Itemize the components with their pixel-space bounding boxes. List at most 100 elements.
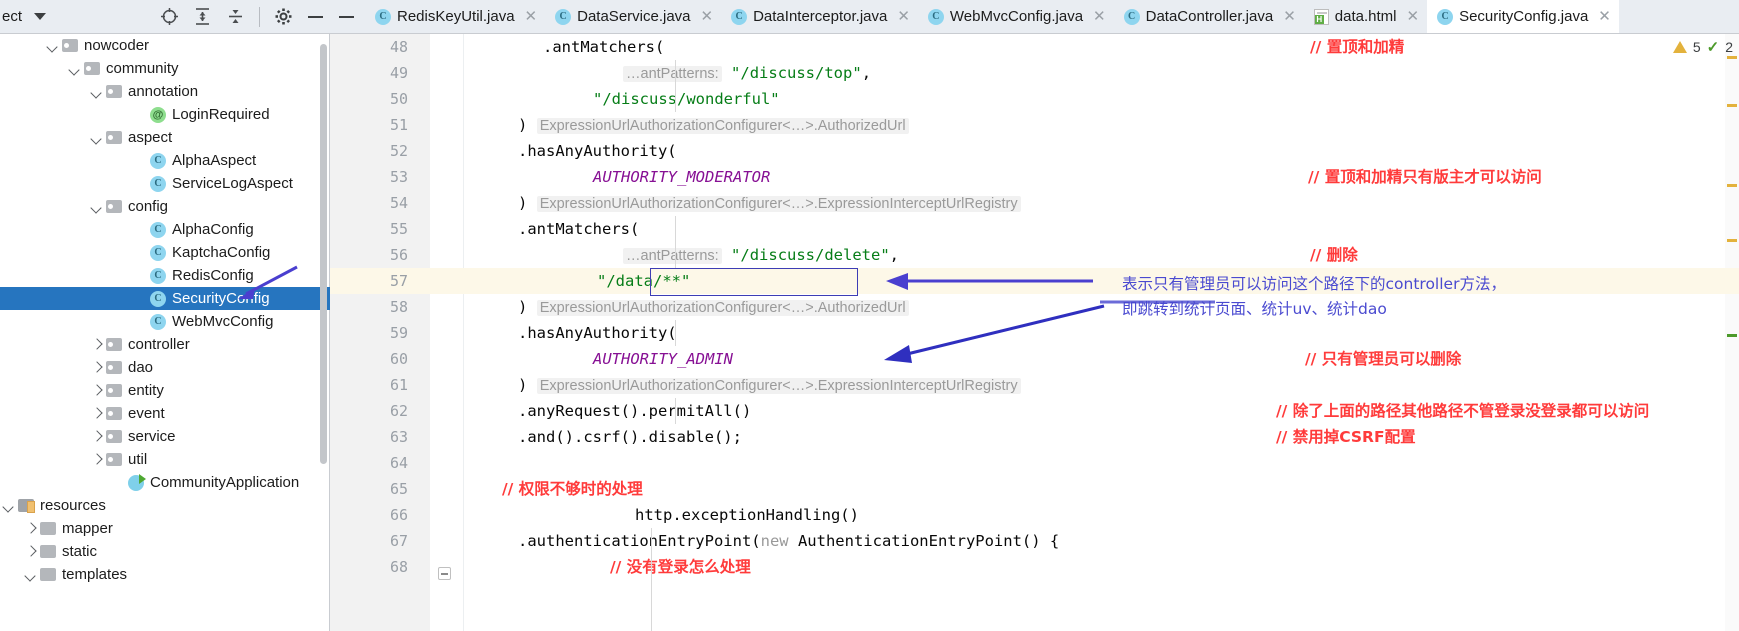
code-fold-strip[interactable] [430, 34, 463, 631]
chevron-down-icon[interactable] [90, 200, 103, 213]
chevron-down-icon[interactable] [90, 131, 103, 144]
collapse-editor-icon[interactable] [330, 0, 365, 33]
tree-item-static[interactable]: static [0, 540, 330, 563]
tree-item-mapper[interactable]: mapper [0, 517, 330, 540]
chevron-down-icon[interactable] [34, 13, 47, 20]
tree-item-resources[interactable]: resources [0, 494, 330, 517]
tree-item-redisconfig[interactable]: C RedisConfig [0, 264, 330, 287]
chevron-right-icon[interactable] [90, 338, 103, 351]
chevron-right-icon[interactable] [90, 430, 103, 443]
chevron-right-icon[interactable] [24, 522, 37, 535]
folder-icon [106, 407, 122, 420]
code-line[interactable]: ) ExpressionUrlAuthorizationConfigurer<…… [518, 112, 909, 138]
chevron-down-icon[interactable] [90, 85, 103, 98]
tree-item-event[interactable]: event [0, 402, 330, 425]
tree-item-alphaaspect[interactable]: C AlphaAspect [0, 149, 330, 172]
editor-tab-data-html[interactable]: data.html ✕ [1304, 0, 1427, 33]
annotation-icon: @ [150, 106, 166, 123]
inspection-status[interactable]: 5 ✓ 2 [1672, 38, 1733, 56]
code-comment: // 没有登录怎么处理 [610, 558, 751, 576]
tree-item-util[interactable]: util [0, 448, 330, 471]
fold-marker-icon[interactable] [438, 567, 451, 580]
code-line[interactable]: http.exceptionHandling() [635, 502, 859, 528]
code-line[interactable]: .anyRequest().permitAll() [518, 398, 751, 424]
tree-item-aspect[interactable]: aspect [0, 126, 330, 149]
editor-marker[interactable] [1727, 184, 1737, 187]
code-line[interactable]: .hasAnyAuthority( [518, 138, 677, 164]
close-icon[interactable]: ✕ [701, 9, 714, 24]
hide-panel-icon[interactable] [307, 8, 324, 25]
editor-marker[interactable] [1727, 56, 1737, 59]
code-line[interactable]: .and().csrf().disable(); [518, 424, 742, 450]
tree-item-communityapplication[interactable]: CommunityApplication [0, 471, 330, 494]
code-line[interactable]: .antMatchers( [518, 216, 639, 242]
tree-item-loginrequired[interactable]: @ LoginRequired [0, 103, 330, 126]
chevron-right-icon[interactable] [24, 545, 37, 558]
project-panel-title: ect [2, 8, 23, 25]
code-line[interactable]: "/discuss/wonderful" [593, 86, 780, 112]
code-line[interactable]: …antPatterns: "/discuss/delete", [623, 242, 899, 268]
code-token: .hasAnyAuthority( [518, 324, 677, 342]
tree-item-community[interactable]: community [0, 57, 330, 80]
code-line[interactable]: .antMatchers( [543, 34, 664, 60]
close-icon[interactable]: ✕ [1406, 9, 1419, 24]
code-line[interactable]: AUTHORITY_ADMIN [593, 346, 733, 372]
tree-item-config[interactable]: config [0, 195, 330, 218]
expand-all-icon[interactable] [193, 7, 212, 26]
editor-marker[interactable] [1727, 239, 1737, 242]
tree-item-service[interactable]: service [0, 425, 330, 448]
blue-annotation-line-1: 表示只有管理员可以访问这个路径下的controller方法， [1122, 275, 1506, 293]
chevron-right-icon[interactable] [90, 384, 103, 397]
editor-marker[interactable] [1727, 104, 1737, 107]
close-icon[interactable]: ✕ [525, 9, 538, 24]
tree-item-alphaconfig[interactable]: C AlphaConfig [0, 218, 330, 241]
code-line[interactable]: .hasAnyAuthority( [518, 320, 677, 346]
editor-tab-datacontroller-java[interactable]: C DataController.java ✕ [1114, 0, 1304, 33]
collapse-all-icon[interactable] [226, 7, 245, 26]
project-tree[interactable]: nowcoder community annotation @ LoginRequire… [0, 34, 330, 631]
code-line[interactable]: …antPatterns: "/discuss/top", [623, 60, 871, 86]
code-line[interactable]: ) ExpressionUrlAuthorizationConfigurer<…… [518, 190, 1021, 216]
editor-tab-securityconfig-java[interactable]: C SecurityConfig.java ✕ [1427, 0, 1619, 33]
java-class-icon: C [375, 8, 391, 25]
tree-item-annotation[interactable]: annotation [0, 80, 330, 103]
tree-item-dao[interactable]: dao [0, 356, 330, 379]
close-icon[interactable]: ✕ [1093, 9, 1106, 24]
tree-item-nowcoder[interactable]: nowcoder [0, 34, 330, 57]
chevron-down-icon[interactable] [68, 62, 81, 75]
chevron-down-icon[interactable] [24, 568, 37, 581]
chevron-right-icon[interactable] [90, 361, 103, 374]
editor-tab-dataservice-java[interactable]: C DataService.java ✕ [545, 0, 721, 33]
code-line[interactable]: .authenticationEntryPoint(new Authentica… [518, 528, 1059, 554]
project-tree-scrollbar[interactable] [320, 44, 327, 464]
chevron-right-icon[interactable] [90, 453, 103, 466]
chevron-down-icon[interactable] [2, 499, 15, 512]
tree-item-entity[interactable]: entity [0, 379, 330, 402]
code-line[interactable]: ) ExpressionUrlAuthorizationConfigurer<…… [518, 372, 1021, 398]
locate-target-icon[interactable] [160, 7, 179, 26]
tree-item-kaptchaconfig[interactable]: C KaptchaConfig [0, 241, 330, 264]
close-icon[interactable]: ✕ [897, 9, 910, 24]
code-editor[interactable]: 48 .antMatchers(// 置顶和加精 49 …antPatterns: "… [330, 34, 1739, 631]
code-line[interactable]: ) ExpressionUrlAuthorizationConfigurer<…… [518, 294, 909, 320]
tree-item-servicelogaspect[interactable]: C ServiceLogAspect [0, 172, 330, 195]
editor-marker[interactable] [1727, 334, 1737, 337]
close-icon[interactable]: ✕ [1283, 9, 1296, 24]
editor-tab-rediskeyutil-java[interactable]: C RedisKeyUtil.java ✕ [365, 0, 545, 33]
editor-marker-gutter[interactable] [1725, 34, 1739, 631]
editor-tab-datainterceptor-java[interactable]: C DataInterceptor.java ✕ [721, 0, 918, 33]
tree-item-controller[interactable]: controller [0, 333, 330, 356]
tree-item-templates[interactable]: templates [0, 563, 330, 586]
line-number: 49 [389, 64, 408, 82]
chevron-right-icon[interactable] [90, 407, 103, 420]
chevron-down-icon[interactable] [46, 39, 59, 52]
project-panel: ect nowcoder community annotation @ Logi… [0, 0, 330, 631]
code-token: "/discuss/delete" [731, 246, 890, 264]
tree-item-webmvcconfig[interactable]: C WebMvcConfig [0, 310, 330, 333]
close-icon[interactable]: ✕ [1598, 9, 1611, 24]
tree-item-securityconfig[interactable]: C SecurityConfig [0, 287, 330, 310]
editor-tab-webmvcconfig-java[interactable]: C WebMvcConfig.java ✕ [918, 0, 1114, 33]
gear-icon[interactable] [274, 7, 293, 26]
code-line[interactable]: AUTHORITY_MODERATOR [593, 164, 770, 190]
